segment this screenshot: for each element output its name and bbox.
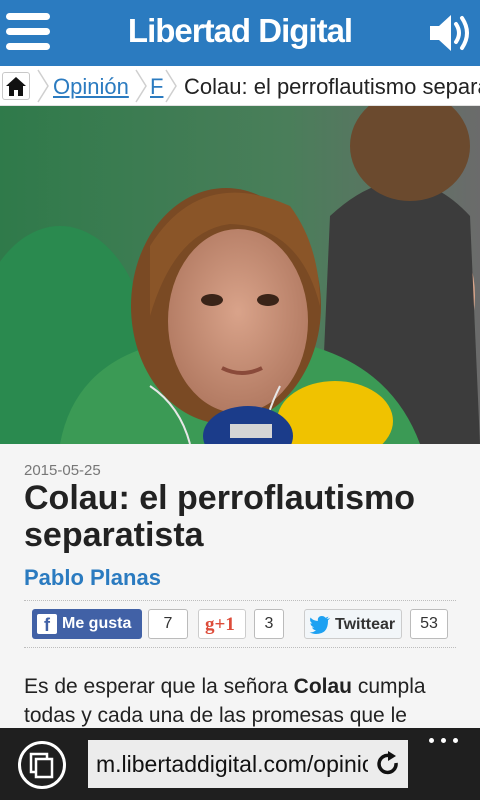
url-field[interactable]: m.libertaddigital.com/opinion xyxy=(88,740,408,788)
browser-address-bar: m.libertaddigital.com/opinion xyxy=(0,728,480,800)
tabs-icon[interactable] xyxy=(18,741,66,789)
breadcrumb: Opinión F Colau: el perroflautismo separ… xyxy=(0,66,480,106)
hamburger-icon[interactable] xyxy=(6,10,50,54)
home-icon[interactable] xyxy=(2,72,30,100)
facebook-icon: f xyxy=(37,614,57,635)
article-title: Colau: el perroflautismo separatista xyxy=(24,479,416,554)
breadcrumb-separator-icon xyxy=(165,69,177,103)
speaker-icon[interactable] xyxy=(426,10,476,56)
article: 2015-05-25 Colau: el perroflautismo sepa… xyxy=(0,444,480,728)
site-logo[interactable]: Libertad Digital xyxy=(90,12,390,50)
gplus-count: 3 xyxy=(254,609,284,639)
facebook-like-label: Me gusta xyxy=(62,615,132,632)
breadcrumb-subsection[interactable]: F xyxy=(150,74,163,100)
share-bar: f Me gusta 7 g+1 3 Twittear 53 xyxy=(24,600,456,648)
twitter-tweet-button[interactable]: Twittear xyxy=(304,609,402,639)
article-author[interactable]: Pablo Planas xyxy=(24,565,161,591)
site-header: Libertad Digital xyxy=(0,0,480,66)
breadcrumb-current: Colau: el perroflautismo separatista xyxy=(184,74,480,99)
gplus-button[interactable]: g+1 xyxy=(198,609,246,639)
gplus-icon: g xyxy=(205,614,215,635)
url-text: m.libertaddigital.com/opinion xyxy=(96,751,368,777)
page: Libertad Digital Opinión F Colau: el per… xyxy=(0,0,480,800)
refresh-icon[interactable] xyxy=(374,750,402,778)
article-date: 2015-05-25 xyxy=(24,462,101,479)
article-body: Es de esperar que la señora Colau cumpla… xyxy=(24,675,426,727)
facebook-count: 7 xyxy=(148,609,188,639)
twitter-count: 53 xyxy=(410,609,448,639)
facebook-like-button[interactable]: f Me gusta xyxy=(32,609,142,639)
twitter-label: Twittear xyxy=(335,616,396,633)
breadcrumb-opinion[interactable]: Opinión xyxy=(53,74,129,100)
breadcrumb-separator-icon xyxy=(37,69,49,103)
gplus-label: +1 xyxy=(214,614,235,635)
twitter-bird-icon xyxy=(309,615,331,640)
article-photo xyxy=(0,106,480,444)
more-dots-icon[interactable] xyxy=(428,734,460,748)
breadcrumb-separator-icon xyxy=(135,69,147,103)
highlight-name: Colau xyxy=(293,675,353,698)
